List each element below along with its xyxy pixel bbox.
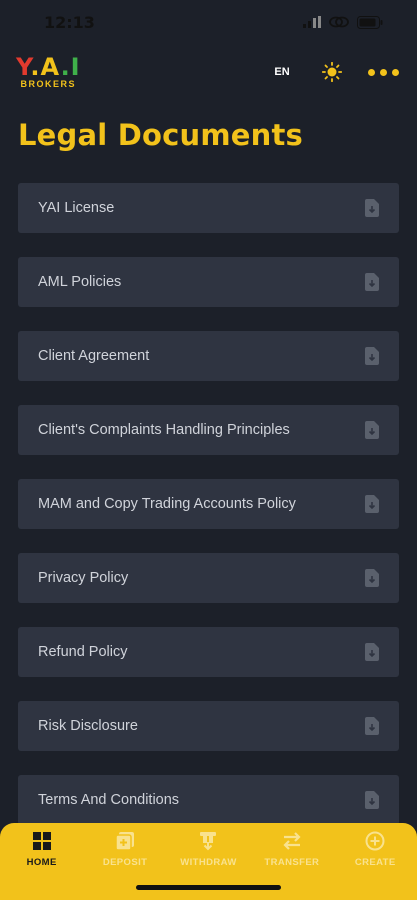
document-download-icon[interactable] — [365, 569, 379, 587]
logo-subtext: BROKERS — [20, 79, 77, 89]
link-icon — [329, 16, 349, 28]
language-button[interactable]: EN — [268, 66, 296, 78]
nav-item-home[interactable]: HOME — [2, 831, 82, 900]
nav-label: HOME — [26, 857, 57, 868]
transfer-icon — [282, 831, 302, 851]
create-plus-icon — [365, 831, 385, 851]
document-download-icon[interactable] — [365, 199, 379, 217]
status-time: 12:13 — [44, 12, 95, 32]
document-download-icon[interactable] — [365, 421, 379, 439]
header-actions: EN — [268, 62, 399, 82]
document-item-refund-policy[interactable]: Refund Policy — [18, 627, 399, 677]
document-item-privacy-policy[interactable]: Privacy Policy — [18, 553, 399, 603]
document-download-icon[interactable] — [365, 273, 379, 291]
nav-label: TRANSFER — [264, 857, 320, 868]
nav-label: WITHDRAW — [180, 857, 237, 868]
more-dots-icon[interactable] — [368, 68, 399, 76]
home-indicator — [136, 885, 281, 890]
home-grid-icon — [32, 831, 52, 851]
page-title: Legal Documents — [18, 118, 303, 152]
document-label: Risk Disclosure — [38, 718, 138, 734]
document-list: YAI License AML Policies Client Agreemen… — [18, 183, 399, 849]
document-item-terms-and-conditions[interactable]: Terms And Conditions — [18, 775, 399, 825]
signal-icon — [303, 16, 321, 28]
document-label: Client's Complaints Handling Principles — [38, 422, 290, 438]
status-bar: 12:13 — [0, 0, 417, 44]
app-header: Y.A.I BROKERS EN — [0, 44, 417, 100]
logo-text: Y.A.I — [16, 53, 81, 81]
document-item-risk-disclosure[interactable]: Risk Disclosure — [18, 701, 399, 751]
document-item-complaints-handling[interactable]: Client's Complaints Handling Principles — [18, 405, 399, 455]
document-download-icon[interactable] — [365, 643, 379, 661]
withdraw-icon — [198, 831, 218, 851]
sun-icon[interactable] — [322, 62, 342, 82]
deposit-icon — [115, 831, 135, 851]
document-download-icon[interactable] — [365, 791, 379, 809]
document-item-client-agreement[interactable]: Client Agreement — [18, 331, 399, 381]
nav-label: DEPOSIT — [102, 857, 148, 868]
document-label: Refund Policy — [38, 644, 128, 660]
document-label: AML Policies — [38, 274, 122, 290]
nav-label: CREATE — [354, 857, 396, 868]
document-label: MAM and Copy Trading Accounts Policy — [38, 496, 296, 512]
nav-item-create[interactable]: CREATE — [335, 831, 415, 900]
document-label: Privacy Policy — [38, 570, 129, 586]
document-download-icon[interactable] — [365, 347, 379, 365]
brand-logo[interactable]: Y.A.I BROKERS — [16, 55, 81, 89]
document-label: YAI License — [38, 200, 115, 216]
document-download-icon[interactable] — [365, 717, 379, 735]
document-item-mam-copy-trading[interactable]: MAM and Copy Trading Accounts Policy — [18, 479, 399, 529]
document-label: Client Agreement — [38, 348, 150, 364]
document-item-yai-license[interactable]: YAI License — [18, 183, 399, 233]
battery-icon — [357, 15, 383, 29]
document-download-icon[interactable] — [365, 495, 379, 513]
document-item-aml-policies[interactable]: AML Policies — [18, 257, 399, 307]
document-label: Terms And Conditions — [38, 792, 180, 808]
status-icons — [303, 15, 383, 29]
